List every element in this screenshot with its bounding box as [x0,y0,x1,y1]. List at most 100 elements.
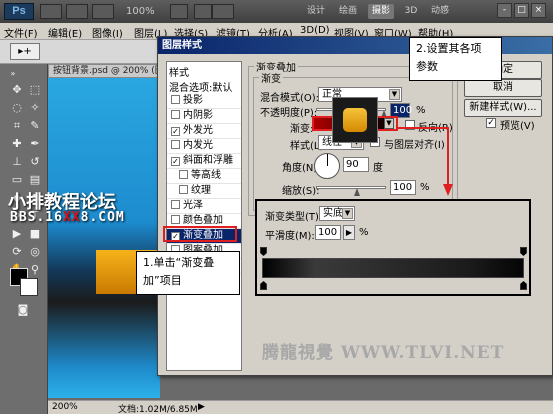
preview-label: 预览(V) [500,121,535,132]
opacity-stop-left[interactable] [260,247,267,256]
crop-tool-icon[interactable]: ⌗ [8,118,26,134]
style-checkbox[interactable] [171,110,180,119]
gradient-tool-icon[interactable]: ▤ [26,172,44,188]
style-item[interactable]: 等高线 [167,169,241,184]
status-zoom[interactable]: 200% [52,402,78,412]
chevron-down-icon: ▼ [342,208,353,219]
style-checkbox[interactable] [171,215,180,224]
styles-header[interactable]: 样式 [169,64,189,79]
collapse-toolbox-icon[interactable]: » [4,66,22,82]
blend-mode-label: 混合模式(O): [260,93,320,104]
color-stop-right[interactable] [520,281,527,290]
status-arrow-icon[interactable]: ▶ [198,402,205,412]
3d-orbit-tool-icon[interactable]: ◎ [26,244,44,260]
status-doc-info: 文档:1.02M/6.85M [118,405,198,414]
document-tab[interactable]: 按钮背景.psd @ 200% (图层 [48,64,160,78]
angle-input[interactable]: 90 [343,157,369,172]
minimize-icon[interactable]: - [497,3,512,18]
marquee-tool-icon[interactable]: ⬚ [26,82,44,98]
toolbox: » ✥ ⬚ ◌ ✧ ⌗ ✎ ✚ ✒ ⊥ ↺ ▭ ▤ ◆ ● ✑ T ▶ ■ ⟳ … [0,64,48,414]
style-list: 样式 混合选项:默认 投影 内阴影 ✓ 外发光 内发光 ✓ 斜面和浮雕 等高线 纹理 光泽 颜色叠加… [166,61,242,371]
style-checkbox[interactable] [171,95,180,104]
preview-checkbox[interactable]: ✓ [486,118,496,128]
gradient-type-label: 渐变类型(T): [265,212,323,223]
eyedropper-tool-icon[interactable]: ✎ [26,118,44,134]
workspace-tab-photography[interactable]: 摄影 [368,4,394,19]
cancel-button[interactable]: 取消 [464,79,542,97]
gradient-subgroup-title: 渐变 [259,70,283,85]
opacity-label: 不透明度(P): [260,108,318,119]
menu-edit[interactable]: 编辑(E) [48,25,82,40]
style-checkbox[interactable] [171,140,180,149]
background-color-swatch[interactable] [20,278,38,296]
workspace-tab-motion[interactable]: 动感 [428,4,452,19]
workspace-tab-painting[interactable]: 绘画 [336,4,360,19]
style-item[interactable]: 内发光 [167,139,241,154]
style-item[interactable]: 内阴影 [167,109,241,124]
hand-tool-button[interactable] [170,4,188,19]
arrange-documents-button[interactable] [212,4,234,19]
menu-3d[interactable]: 3D(D) [300,25,330,36]
angle-dial[interactable] [314,153,340,179]
close-icon[interactable]: × [531,3,546,18]
workspace-tab-3d[interactable]: 3D [402,4,420,19]
scale-slider[interactable] [316,186,386,189]
style-preview-swatch [343,108,367,132]
gradient-bar[interactable] [262,258,524,278]
scale-label: 缩放(S): [282,186,320,197]
style-item-label: 纹理 [191,185,211,196]
new-style-button[interactable]: 新建样式(W)... [464,99,542,117]
history-brush-tool-icon[interactable]: ↺ [26,154,44,170]
clone-stamp-tool-icon[interactable]: ⊥ [8,154,26,170]
shape-tool-icon[interactable]: ■ [26,226,44,242]
rotate-view-button[interactable] [194,4,212,19]
gradient-editor-panel: 渐变类型(T): 实底 ▼ 平滑度(M): 100 ▶ % [255,199,531,296]
style-item[interactable]: ✓ 外发光 [167,124,241,139]
annotation-arrow [396,127,453,196]
opacity-stop-right[interactable] [520,247,527,256]
style-item[interactable]: ✓ 斜面和浮雕 [167,154,241,169]
minibridge-button[interactable] [66,4,88,19]
healing-brush-tool-icon[interactable]: ✚ [8,136,26,152]
gradient-label: 渐变: [290,124,314,135]
chevron-down-icon: ▼ [389,89,400,100]
color-stop-left[interactable] [260,281,267,290]
path-select-tool-icon[interactable]: ▶ [8,226,26,242]
move-tool-icon[interactable]: ✥ [8,82,26,98]
lasso-tool-icon[interactable]: ◌ [8,100,26,116]
selected-style-highlight [163,226,237,242]
zoom-level[interactable]: 100% [126,6,155,17]
brush-tool-icon[interactable]: ✒ [26,136,44,152]
blending-options[interactable]: 混合选项:默认 [169,79,232,94]
gradient-type-select[interactable]: 实底 ▼ [319,206,355,221]
current-tool-preset-icon[interactable]: ▸+ [10,43,40,60]
callout-step1: 1.单击“渐变叠 加”项目 [136,251,240,295]
photoshop-logo: Ps [4,3,34,20]
menu-file[interactable]: 文件(F) [4,25,38,40]
3d-rotate-tool-icon[interactable]: ⟳ [8,244,26,260]
style-checkbox[interactable] [179,185,188,194]
smoothness-input[interactable]: 100 [315,225,341,240]
status-bar: 200% 文档:1.02M/6.85M ▶ [48,400,553,414]
style-checkbox[interactable]: ✓ [171,127,180,136]
style-checkbox[interactable]: ✓ [171,157,180,166]
maximize-icon[interactable]: □ [514,3,529,18]
style-checkbox[interactable] [171,200,180,209]
menu-image[interactable]: 图像(I) [92,25,123,40]
view-extras-button[interactable] [92,4,114,19]
callout-step2: 2.设置其各项 参数 [409,37,502,81]
style-item-label: 内阴影 [183,110,213,121]
document-canvas[interactable] [48,78,160,398]
workspace-tab-design[interactable]: 设计 [304,4,328,19]
eraser-tool-icon[interactable]: ▭ [8,172,26,188]
quick-mask-icon[interactable]: ◙ [14,302,32,318]
style-item[interactable]: 光泽 [167,199,241,214]
style-item-label: 斜面和浮雕 [183,155,233,166]
quick-select-tool-icon[interactable]: ✧ [26,100,44,116]
smoothness-arrow-icon[interactable]: ▶ [343,225,355,240]
bridge-button[interactable] [40,4,62,19]
style-item[interactable]: 投影 [167,94,241,109]
zoom-tool-icon[interactable]: ⚲ [26,262,44,278]
style-checkbox[interactable] [179,170,188,179]
style-item[interactable]: 纹理 [167,184,241,199]
